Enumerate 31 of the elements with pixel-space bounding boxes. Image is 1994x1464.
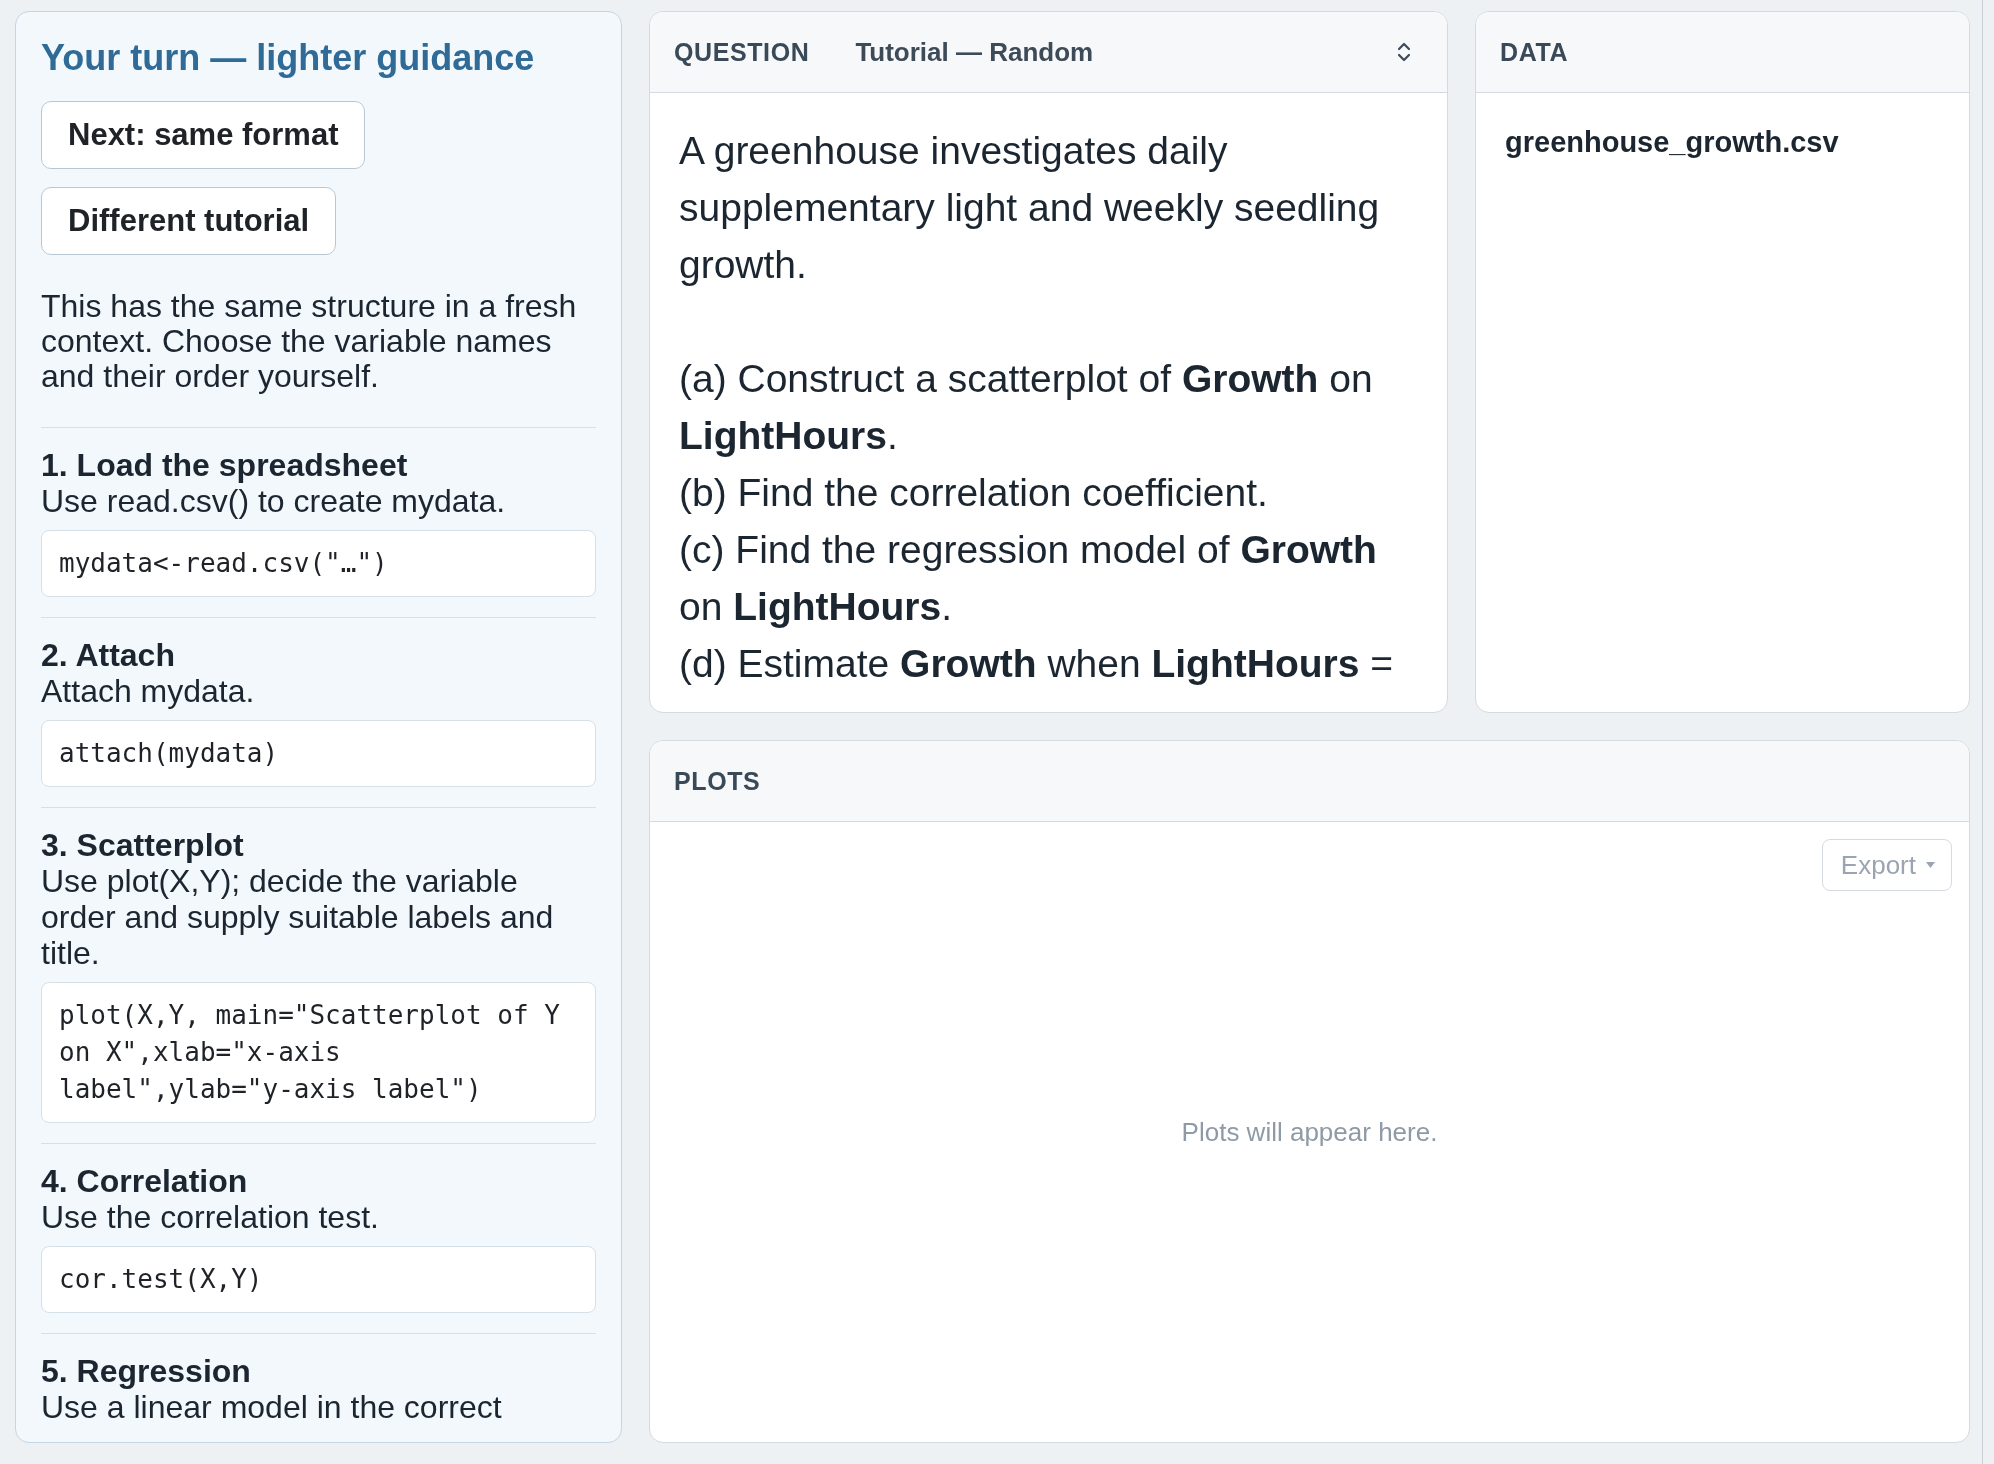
question-part: (d) Estimate Growth when LightHours = (679, 641, 1395, 687)
step-heading: 1. Load the spreadsheet (41, 447, 409, 483)
panel-heading: PLOTS (674, 766, 761, 796)
panel-heading: QUESTION (674, 37, 810, 67)
step-heading: 2. Attach (41, 637, 176, 673)
question-part: (a) Construct a scatterplot of Growth on LightHours. (679, 356, 1374, 459)
empty-plots-message: Plots will appear here. (1181, 1116, 1438, 1148)
step-heading: 5. Regression (41, 1353, 252, 1389)
panel-title: Your turn — lighter guidance (41, 36, 536, 80)
code-snippet: attach(mydata) (41, 720, 596, 787)
step-heading: 4. Correlation (41, 1163, 249, 1199)
step-heading: 3. Scatterplot (41, 827, 245, 863)
panel-heading: DATA (1500, 37, 1569, 67)
caret-down-icon (1926, 862, 1935, 868)
step-instruction: Use plot(X,Y); decide the variable order and supply suitable labels and title. (41, 863, 555, 971)
code-snippet: plot(X,Y, main="Scatterplot of Y on X",xlab="x-axis label",ylab="y-axis label") (41, 982, 596, 1123)
question-part: (b) Find the correlation coefficient. (679, 470, 1269, 516)
step-instruction: Use the correlation test. (41, 1199, 380, 1235)
intro-text: This has the same structure in a fresh context. Choose the variable names and their order yourself. (41, 289, 578, 394)
step-instruction: Use read.csv() to create mydata. (41, 483, 507, 519)
step-instruction: Attach mydata. (41, 673, 256, 709)
different-tutorial-button[interactable]: Different tutorial (41, 187, 337, 255)
file-name[interactable]: greenhouse_growth.csv (1505, 125, 1940, 159)
step-instruction: Use a linear model in the correct (41, 1389, 503, 1425)
next-format-button[interactable]: Next: same format (41, 101, 366, 169)
code-snippet: mydata<-read.csv("…") (41, 530, 596, 597)
tutorial-select[interactable]: Tutorial — Random (855, 28, 1423, 76)
code-snippet: cor.test(X,Y) (41, 1246, 596, 1313)
question-part: (c) Find the regression model of Growth on LightHours. (679, 527, 1378, 630)
question-intro: A greenhouse investigates daily supplementary light and weekly seedling growth. (679, 128, 1381, 288)
chevron-updown-icon (1397, 41, 1411, 63)
